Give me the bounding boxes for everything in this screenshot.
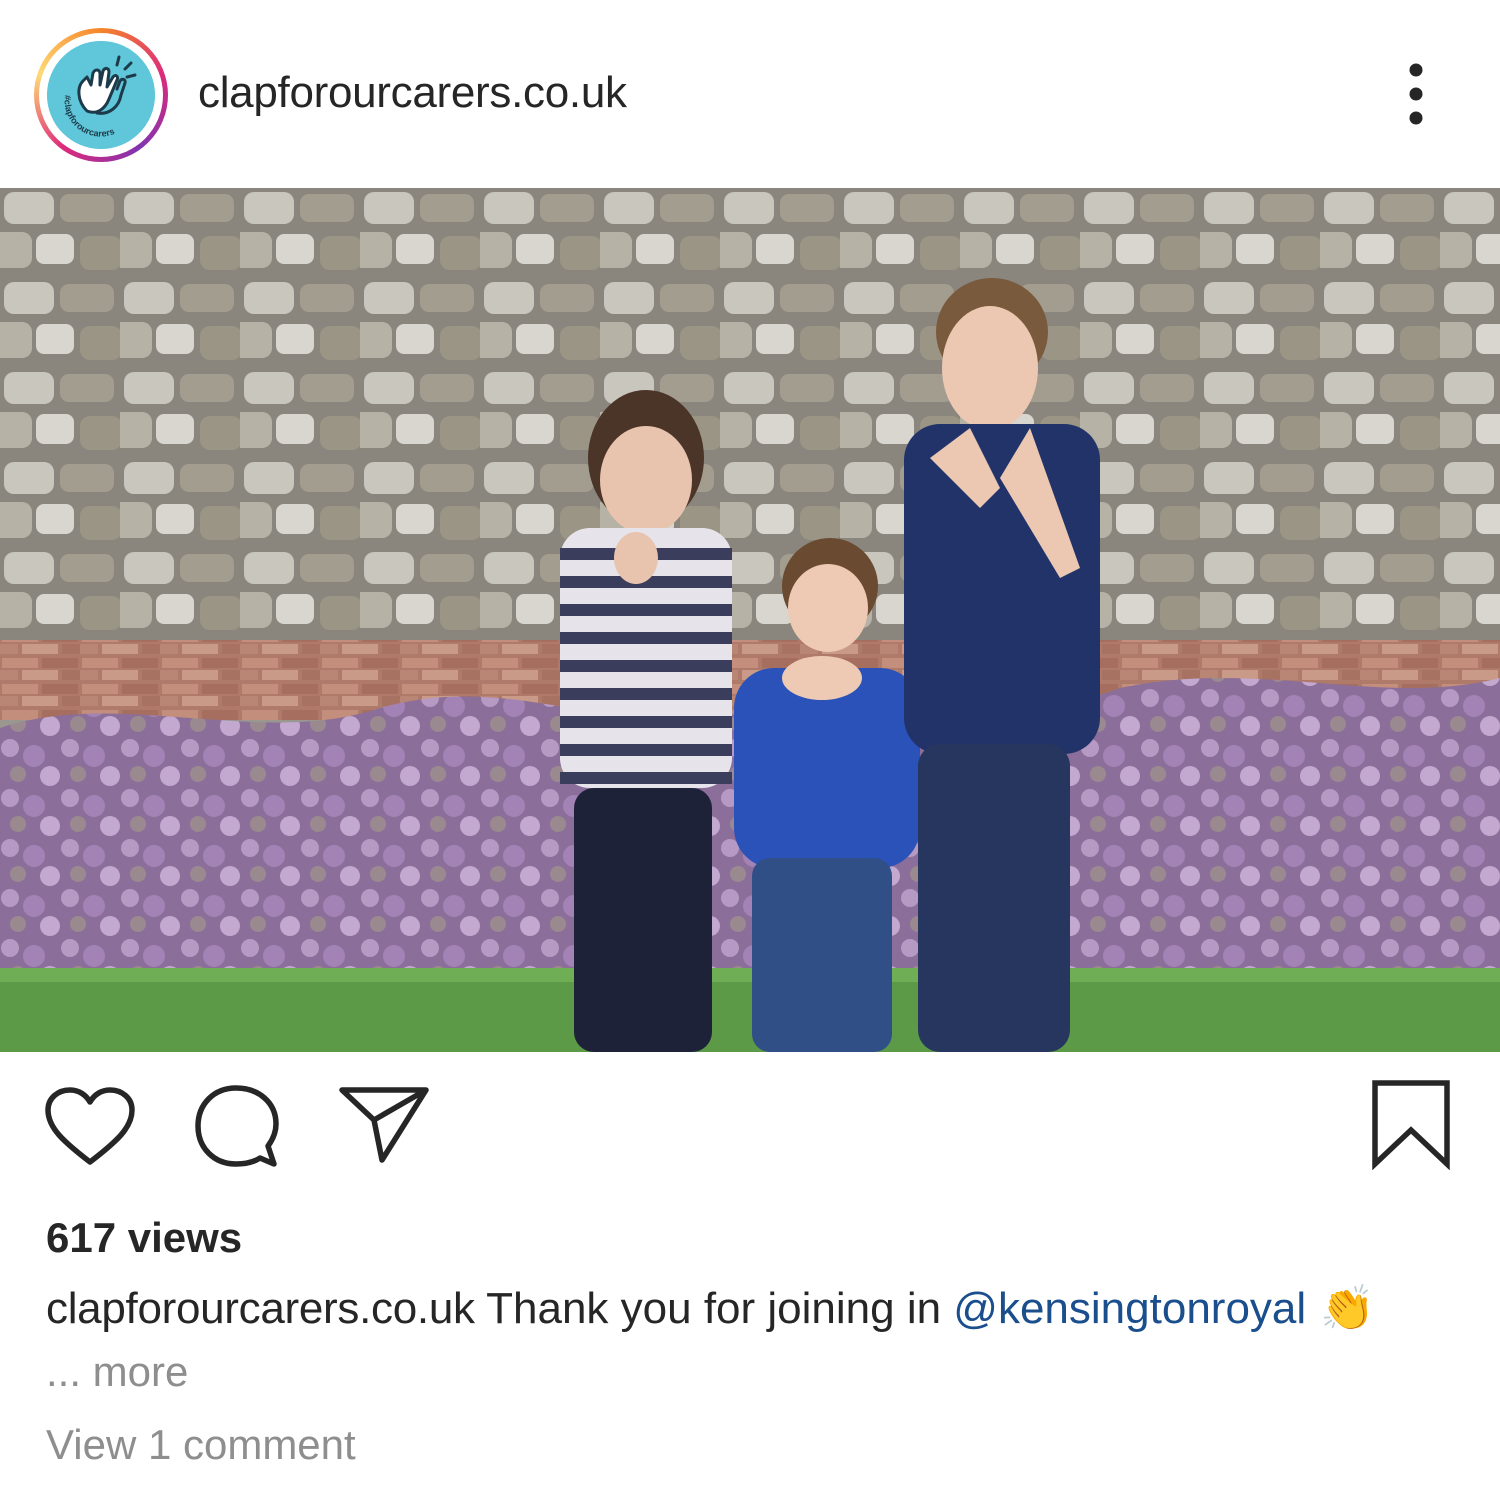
post-username[interactable]: clapforourcarers.co.uk (198, 68, 627, 118)
story-ring[interactable]: #clapforourcarers (34, 28, 168, 162)
view-comments-link[interactable]: View 1 comment (46, 1421, 356, 1469)
avatar[interactable]: #clapforourcarers (47, 41, 155, 149)
caption: clapforourcarers.co.uk Thank you for joi… (46, 1282, 1375, 1334)
clap-emoji-icon: 👏 (1320, 1284, 1375, 1333)
caption-text: Thank you for joining in (474, 1284, 954, 1333)
more-vertical-icon[interactable] (1398, 62, 1434, 128)
comment-bubble-icon[interactable] (194, 1084, 280, 1170)
post-actions (0, 1052, 1500, 1202)
clapping-hands-icon: #clapforourcarers (47, 41, 155, 149)
heart-icon[interactable] (44, 1086, 136, 1168)
caption-more-link[interactable]: ... more (46, 1348, 188, 1396)
post-header: #clapforourcarers clapforourcarers.co.uk (0, 0, 1500, 188)
bookmark-icon[interactable] (1370, 1078, 1452, 1171)
caption-mention[interactable]: @kensingtonroyal (953, 1284, 1306, 1333)
views-count[interactable]: 617 views (46, 1214, 242, 1262)
video-frame (0, 188, 1500, 1052)
post-video[interactable] (0, 188, 1500, 1052)
caption-username[interactable]: clapforourcarers.co.uk (46, 1284, 475, 1333)
paper-plane-icon[interactable] (338, 1084, 430, 1164)
